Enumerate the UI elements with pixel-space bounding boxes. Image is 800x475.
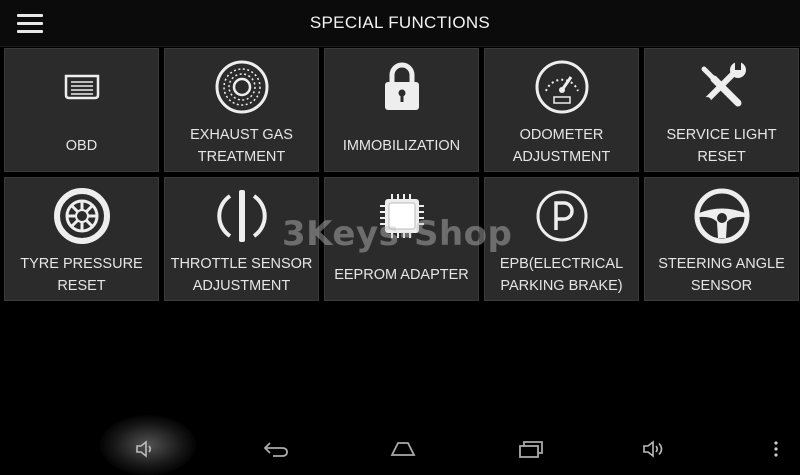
volume-up-icon[interactable] bbox=[625, 429, 685, 469]
volume-down-icon[interactable] bbox=[116, 429, 176, 469]
tile-label: TYRE PRESSURE RESET bbox=[20, 256, 143, 294]
tile-label: ODOMETER ADJUSTMENT bbox=[512, 127, 611, 165]
tile-service-light-reset[interactable]: SERVICE LIGHT RESET bbox=[644, 48, 799, 172]
tile-immobilization[interactable]: IMMOBILIZATION bbox=[324, 48, 479, 172]
function-grid: OBD EXHAUST GAS TREATMENT IMMOBILIZATION… bbox=[4, 48, 800, 301]
tile-steering-angle-sensor[interactable]: STEERING ANGLE SENSOR bbox=[644, 177, 799, 301]
tile-obd[interactable]: OBD bbox=[4, 48, 159, 172]
tile-epb[interactable]: EPB(ELECTRICAL PARKING BRAKE) bbox=[484, 177, 639, 301]
tile-label: IMMOBILIZATION bbox=[342, 138, 461, 154]
tile-label: EEPROM ADAPTER bbox=[334, 267, 469, 283]
tile-label: EPB(ELECTRICAL PARKING BRAKE) bbox=[499, 256, 624, 294]
system-nav-bar bbox=[0, 415, 800, 475]
steering-wheel-icon bbox=[692, 186, 752, 246]
tile-label: OBD bbox=[65, 138, 98, 154]
recent-apps-icon[interactable] bbox=[500, 429, 560, 469]
tile-label: STEERING ANGLE SENSOR bbox=[658, 256, 785, 294]
home-icon[interactable] bbox=[373, 429, 433, 469]
tyre-icon bbox=[52, 186, 112, 246]
throttle-icon bbox=[212, 186, 272, 246]
back-icon[interactable] bbox=[246, 429, 306, 469]
obd-connector-icon bbox=[52, 57, 112, 117]
tile-exhaust-gas-treatment[interactable]: EXHAUST GAS TREATMENT bbox=[164, 48, 319, 172]
chip-icon bbox=[372, 186, 432, 246]
overflow-menu-icon[interactable] bbox=[756, 429, 796, 469]
tile-label: SERVICE LIGHT RESET bbox=[666, 127, 777, 165]
tile-tyre-pressure-reset[interactable]: TYRE PRESSURE RESET bbox=[4, 177, 159, 301]
tile-label: EXHAUST GAS TREATMENT bbox=[190, 127, 293, 165]
tile-label: THROTTLE SENSOR ADJUSTMENT bbox=[170, 256, 313, 294]
speedometer-icon bbox=[532, 57, 592, 117]
wrench-screwdriver-icon bbox=[692, 57, 752, 117]
top-bar: SPECIAL FUNCTIONS bbox=[0, 0, 800, 47]
tile-throttle-sensor-adjustment[interactable]: THROTTLE SENSOR ADJUSTMENT bbox=[164, 177, 319, 301]
tile-eeprom-adapter[interactable]: EEPROM ADAPTER bbox=[324, 177, 479, 301]
page-title: SPECIAL FUNCTIONS bbox=[309, 13, 491, 32]
tile-odometer-adjustment[interactable]: ODOMETER ADJUSTMENT bbox=[484, 48, 639, 172]
padlock-icon bbox=[372, 57, 432, 117]
parking-brake-icon bbox=[532, 186, 592, 246]
particulate-filter-icon bbox=[212, 57, 272, 117]
